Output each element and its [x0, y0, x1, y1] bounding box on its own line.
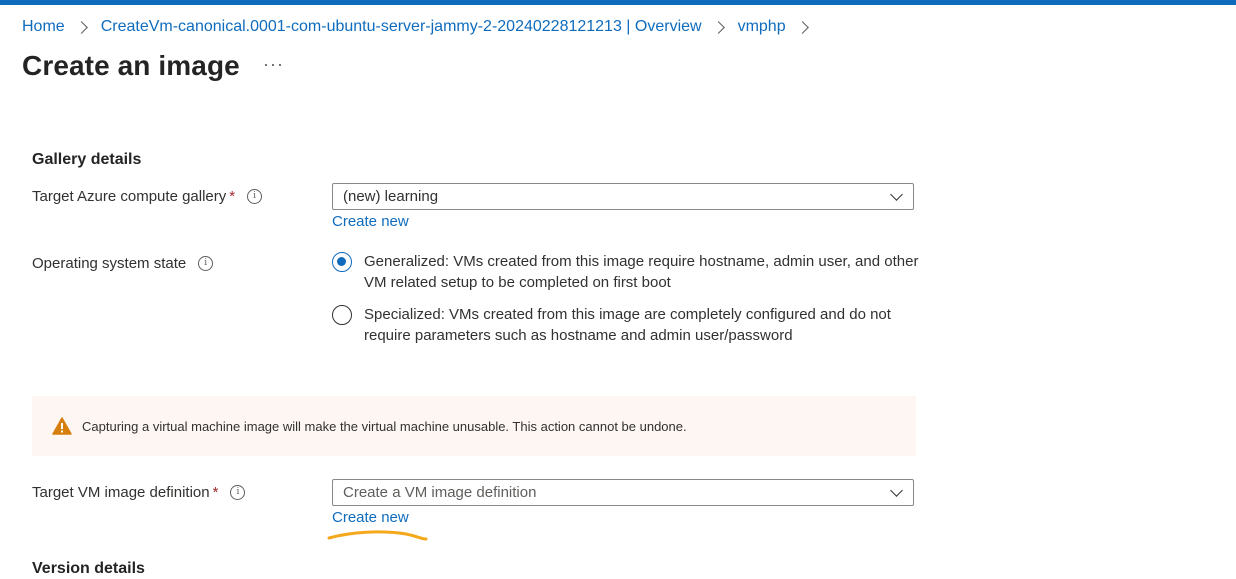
radio-generalized-label: Generalized: VMs created from this image…: [364, 253, 919, 291]
gallery-details-heading: Gallery details: [32, 151, 142, 168]
warning-triangle-icon: [52, 417, 72, 435]
warning-text: Capturing a virtual machine image will m…: [82, 418, 687, 434]
os-state-label: Operating system state i: [32, 255, 214, 272]
info-icon[interactable]: i: [247, 189, 263, 204]
breadcrumb-home[interactable]: Home: [22, 18, 65, 36]
create-new-gallery-link[interactable]: Create new: [332, 213, 409, 230]
chevron-down-icon: [890, 484, 903, 497]
target-gallery-label: Target Azure compute gallery * i: [32, 188, 263, 205]
version-details-heading: Version details: [32, 560, 145, 577]
info-icon[interactable]: i: [198, 256, 214, 271]
required-marker: *: [212, 484, 219, 501]
page-title: Create an image: [22, 50, 240, 81]
more-options-button[interactable]: ···: [263, 54, 284, 75]
highlight-underline-mark: [327, 530, 428, 541]
required-marker: *: [229, 188, 236, 205]
chevron-right-icon: [74, 20, 88, 34]
breadcrumb-vm[interactable]: vmphp: [738, 18, 786, 36]
os-state-label-text: Operating system state: [32, 255, 187, 272]
chevron-down-icon: [890, 188, 903, 201]
radio-button[interactable]: [332, 305, 352, 325]
target-image-definition-placeholder: Create a VM image definition: [343, 484, 537, 501]
target-gallery-value: (new) learning: [343, 188, 439, 205]
target-image-definition-label: Target VM image definition * i: [32, 484, 246, 501]
chevron-right-icon: [711, 20, 725, 34]
breadcrumb-deployment-overview[interactable]: CreateVm-canonical.0001-com-ubuntu-serve…: [101, 18, 702, 36]
radio-specialized[interactable]: Specialized: VMs created from this image…: [332, 305, 922, 346]
radio-button-selected[interactable]: [332, 252, 352, 272]
chevron-right-icon: [795, 20, 809, 34]
breadcrumb: Home CreateVm-canonical.0001-com-ubuntu-…: [22, 16, 822, 38]
info-icon[interactable]: i: [230, 485, 246, 500]
create-new-image-definition-link[interactable]: Create new: [332, 509, 409, 526]
target-gallery-dropdown[interactable]: (new) learning: [332, 183, 914, 210]
top-accent-bar: [0, 0, 1236, 5]
warning-banner: Capturing a virtual machine image will m…: [32, 396, 916, 456]
radio-specialized-label: Specialized: VMs created from this image…: [364, 306, 891, 344]
target-image-definition-label-text: Target VM image definition: [32, 484, 210, 501]
target-image-definition-dropdown[interactable]: Create a VM image definition: [332, 479, 914, 506]
target-gallery-label-text: Target Azure compute gallery: [32, 188, 227, 205]
radio-generalized[interactable]: Generalized: VMs created from this image…: [332, 252, 922, 293]
